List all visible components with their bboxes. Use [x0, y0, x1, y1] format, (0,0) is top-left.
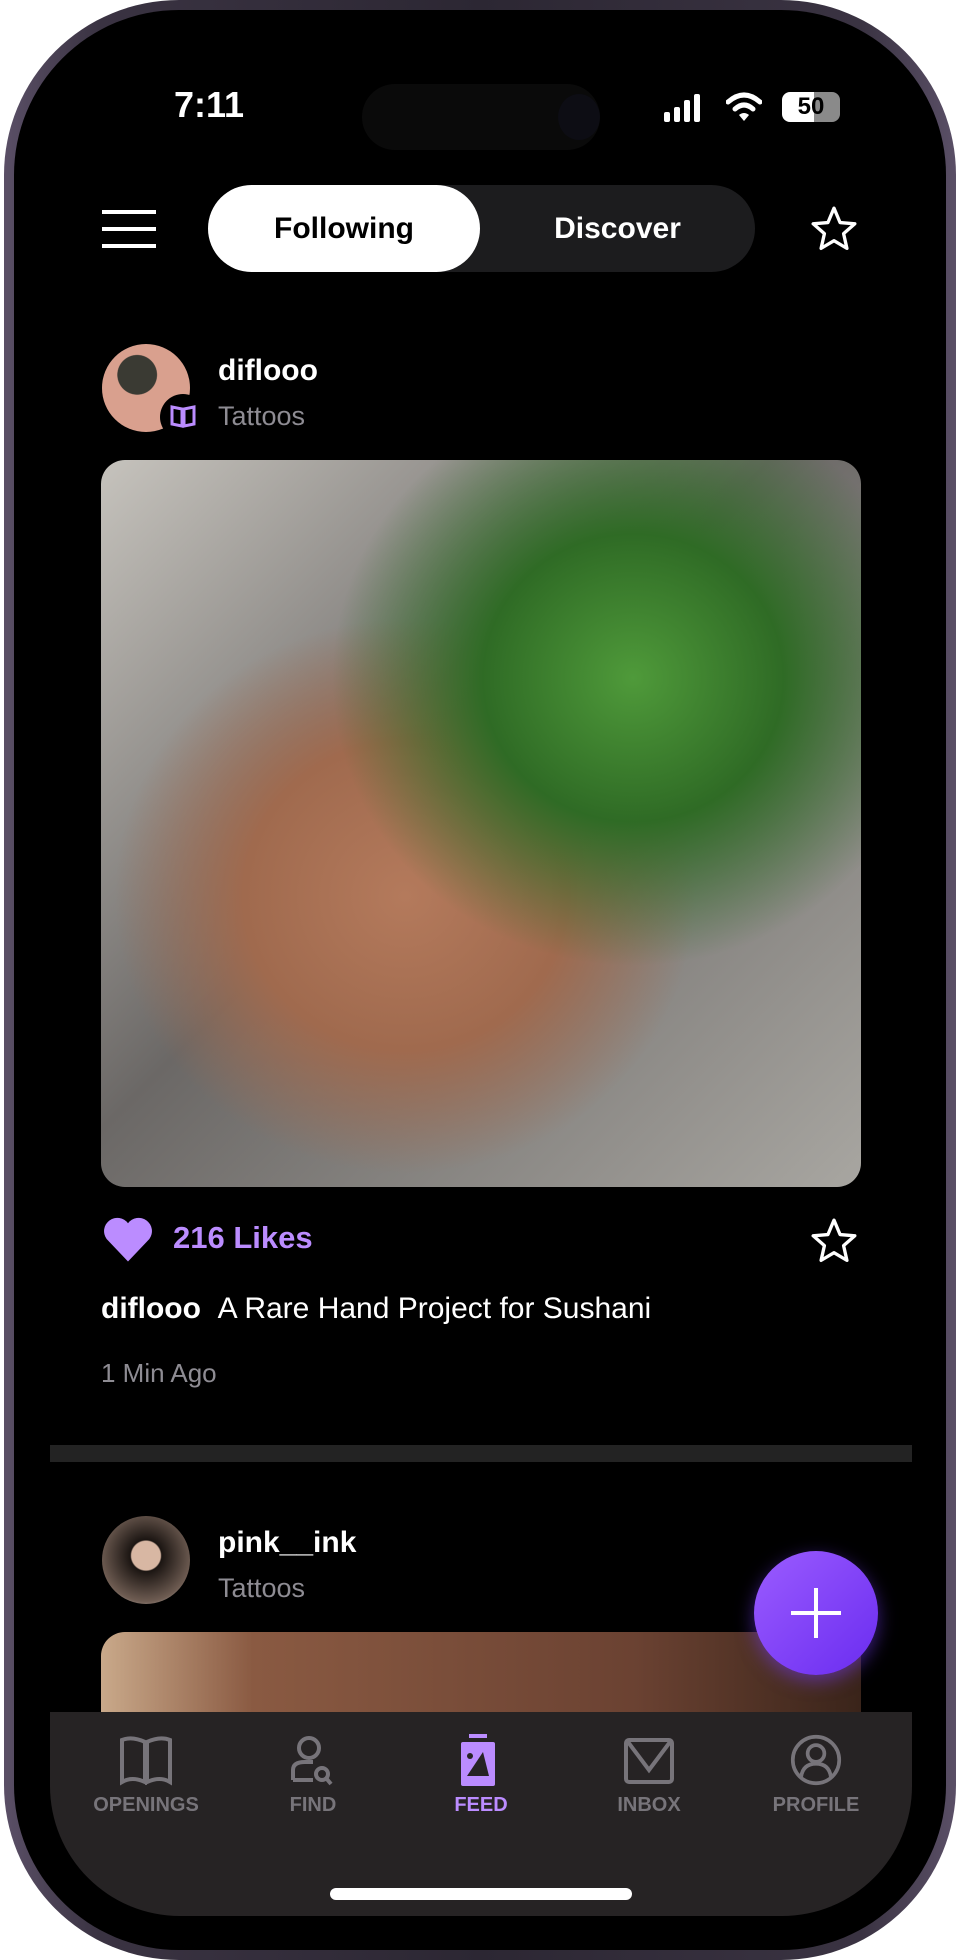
nav-profile[interactable]: PROFILE: [741, 1734, 891, 1817]
post-category: Tattoos: [218, 1573, 306, 1603]
likes-count[interactable]: 216 Likes: [173, 1220, 313, 1256]
mail-icon: [624, 1738, 674, 1784]
post-time: 1 Min Ago: [101, 1358, 217, 1388]
tab-following[interactable]: Following: [208, 185, 480, 272]
book-icon: [120, 1736, 172, 1786]
user-search-icon: [291, 1736, 333, 1786]
signal-icon: [664, 94, 700, 122]
battery-indicator: 50: [782, 92, 840, 122]
nav-label: FIND: [289, 1794, 337, 1816]
image-feed-icon: [461, 1734, 495, 1786]
post-divider: [50, 1445, 912, 1462]
post-image[interactable]: [101, 460, 861, 1187]
post-username[interactable]: pink__ink: [218, 1526, 356, 1560]
plus-icon: [791, 1588, 841, 1638]
status-time: 7:11: [174, 84, 245, 125]
wifi-icon: [726, 92, 762, 121]
profile-icon: [790, 1734, 842, 1786]
screen: 7:11 50 Following Discover diflooo Tatto…: [50, 44, 912, 1916]
caption-text: A Rare Hand Project for Sushani: [217, 1292, 652, 1325]
star-icon[interactable]: [808, 1216, 860, 1266]
feed-segmented-control: Following Discover: [208, 185, 755, 272]
bottom-nav: OPENINGS FIND FEED INBOX PROFILE: [50, 1712, 912, 1916]
camera: [558, 94, 600, 140]
book-icon: [170, 405, 196, 428]
star-icon[interactable]: [808, 204, 860, 254]
hamburger-icon[interactable]: [102, 210, 156, 248]
nav-find[interactable]: FIND: [238, 1734, 388, 1817]
nav-inbox[interactable]: INBOX: [574, 1734, 724, 1817]
tab-discover[interactable]: Discover: [480, 185, 755, 272]
home-indicator[interactable]: [330, 1888, 632, 1900]
nav-openings[interactable]: OPENINGS: [71, 1734, 221, 1817]
nav-label: FEED: [454, 1794, 508, 1816]
nav-label: PROFILE: [772, 1794, 860, 1816]
create-post-button[interactable]: [754, 1551, 878, 1675]
nav-feed[interactable]: FEED: [406, 1734, 556, 1817]
avatar[interactable]: [102, 1516, 190, 1604]
post-caption: diflooo A Rare Hand Project for Sushani: [101, 1292, 651, 1326]
nav-label: INBOX: [617, 1794, 681, 1816]
nav-label: OPENINGS: [93, 1794, 199, 1816]
caption-username[interactable]: diflooo: [101, 1292, 201, 1325]
category-badge: [160, 394, 206, 440]
post-category: Tattoos: [218, 401, 306, 431]
heart-icon[interactable]: [101, 1214, 155, 1264]
post-username[interactable]: diflooo: [218, 354, 318, 388]
